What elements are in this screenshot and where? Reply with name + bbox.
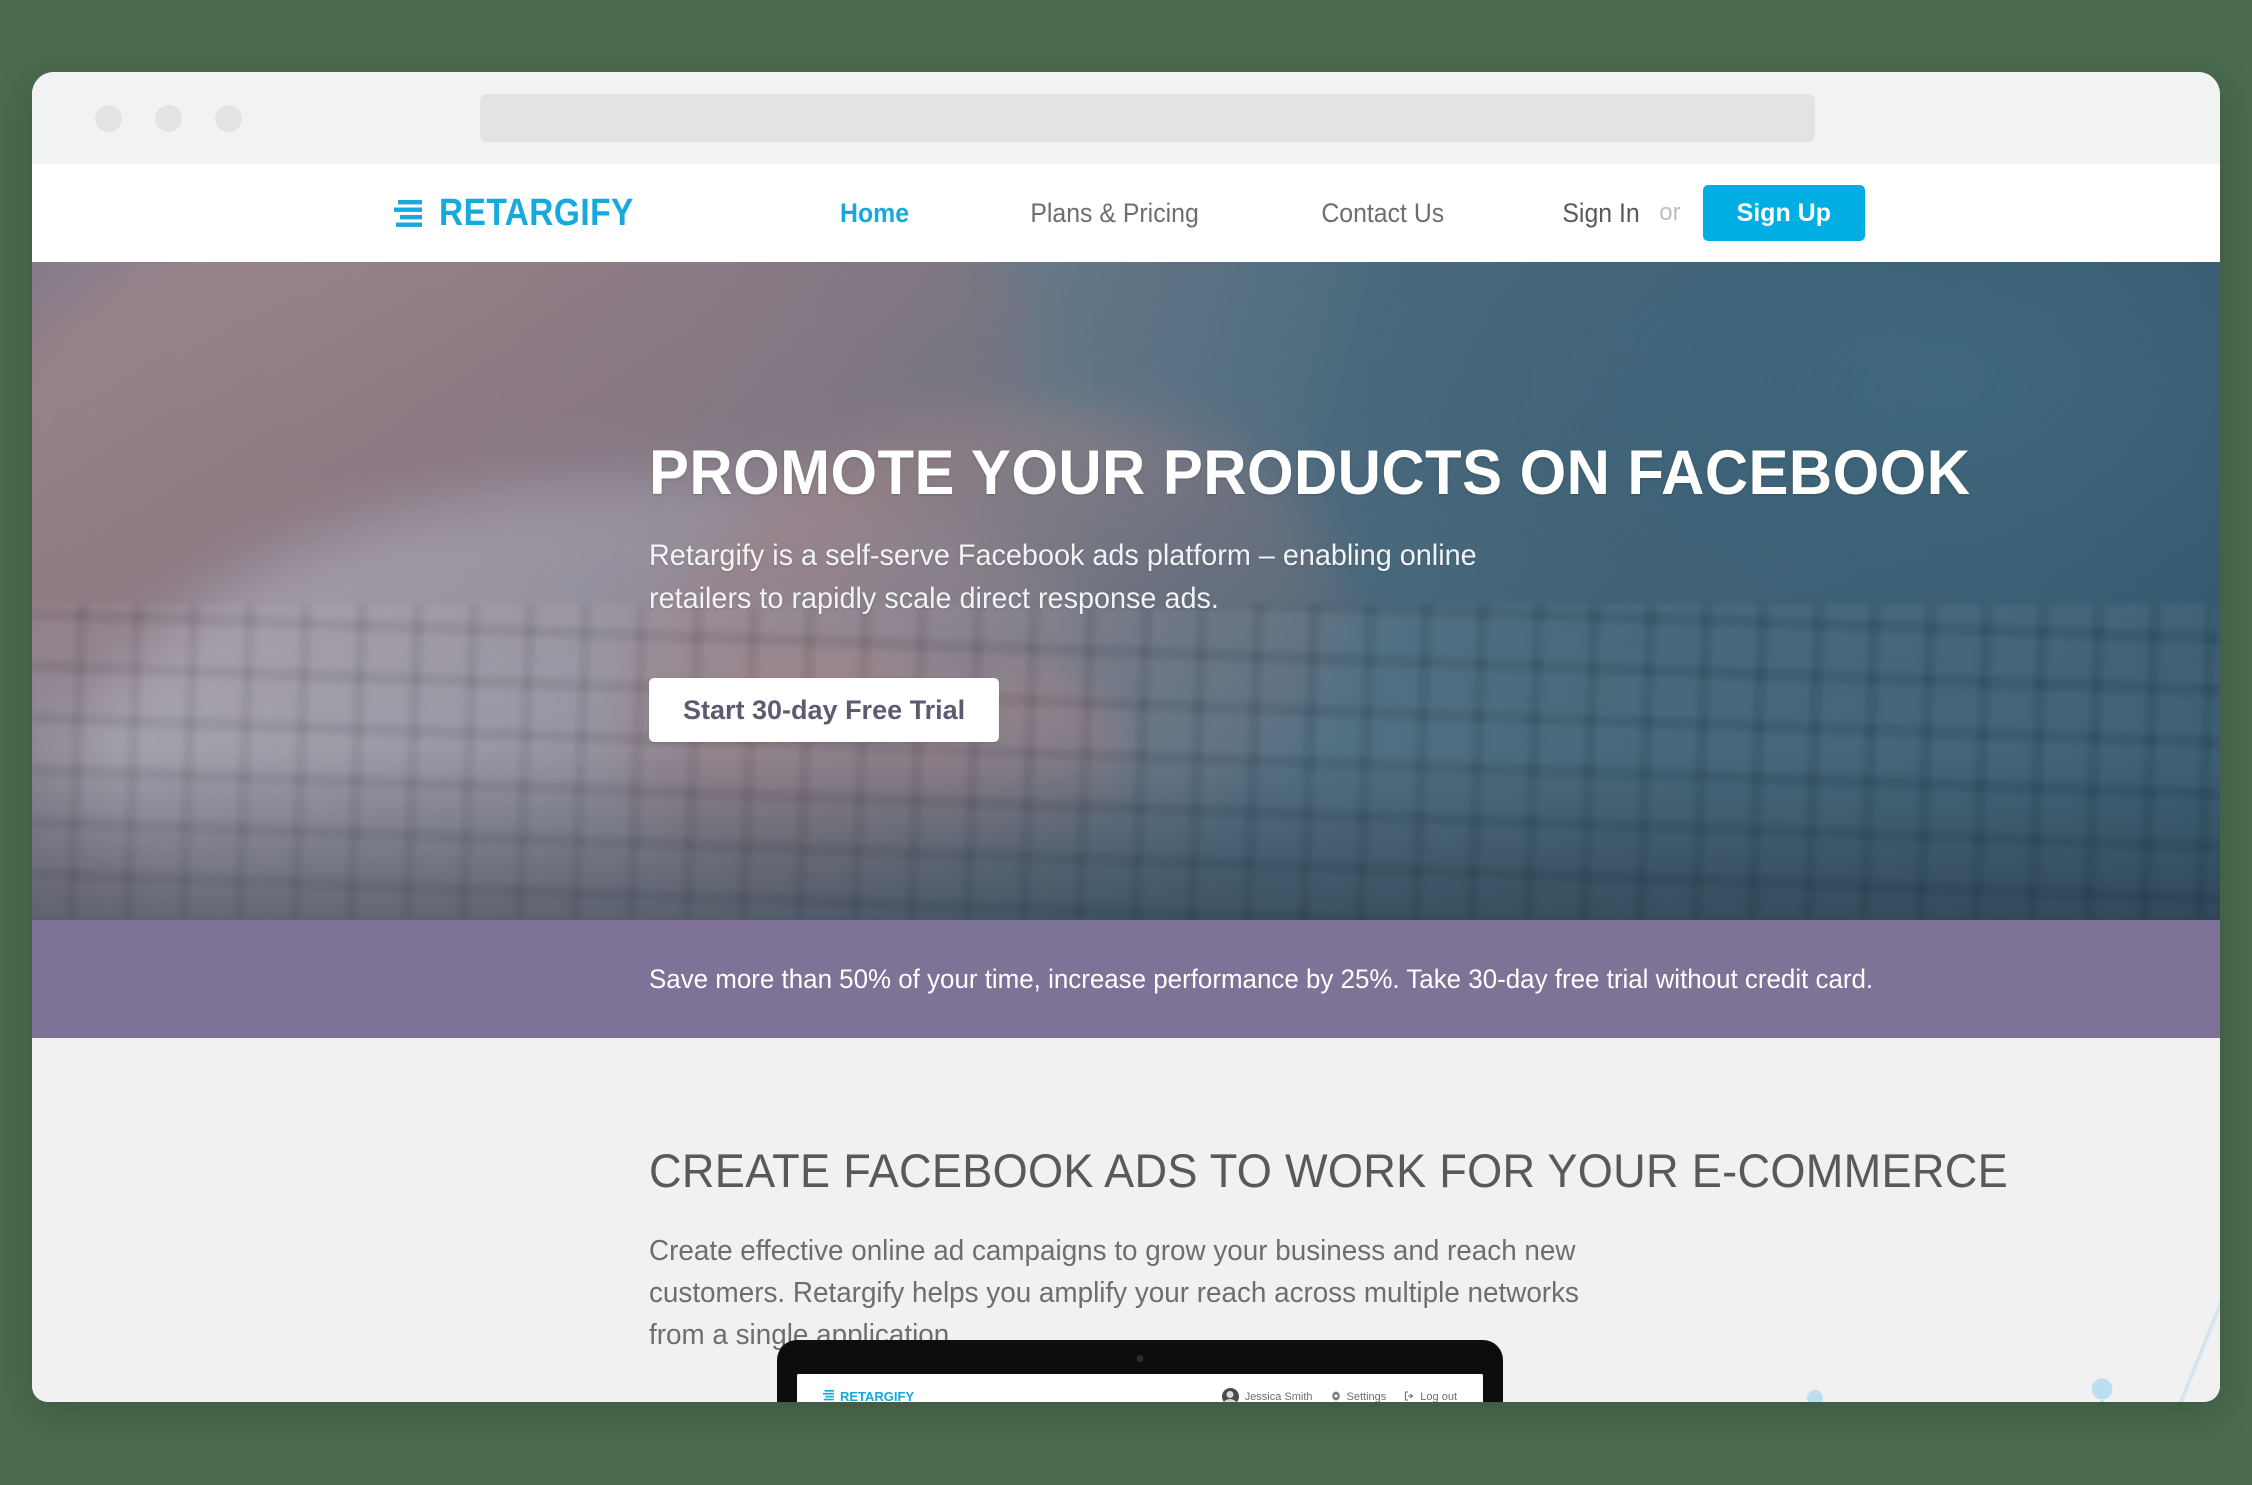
features-description: Create effective online ad campaigns to … [649, 1235, 1579, 1352]
settings-link[interactable]: Settings [1331, 1388, 1387, 1403]
settings-label: Settings [1346, 1390, 1387, 1403]
url-input[interactable] [480, 94, 1815, 142]
site-header: RETARGIFY Home Plans & Pricing Contact U… [32, 164, 2220, 262]
nav-item-home[interactable]: Home [840, 198, 909, 229]
tablet-screen: RETARGIFY Jessica Smith Settings Log out [797, 1374, 1483, 1402]
promo-banner: Save more than 50% of your time, increas… [32, 920, 2220, 1038]
main-nav: Home Plans & Pricing Contact Us Sign In … [837, 185, 1865, 241]
person-marker-icon [2072, 1368, 2132, 1402]
user-profile[interactable]: Jessica Smith [1221, 1388, 1313, 1403]
traffic-lights [95, 104, 242, 132]
gear-icon [1331, 1388, 1341, 1403]
promo-banner-text: Save more than 50% of your time, increas… [649, 963, 1874, 994]
dashboard-user-menu: Jessica Smith Settings Log out [1221, 1388, 1457, 1403]
dashboard-logo[interactable]: RETARGIFY [823, 1388, 915, 1403]
hero-section: PROMOTE YOUR PRODUCTS ON FACEBOOK Retarg… [32, 262, 2220, 920]
or-separator: or [1659, 199, 1681, 226]
bars-logo-icon [394, 198, 425, 228]
site-logo[interactable]: RETARGIFY [394, 192, 660, 235]
hero-subtitle: Retargify is a self-serve Facebook ads p… [649, 539, 1477, 615]
browser-chrome [32, 72, 2220, 164]
person-marker-icon [1792, 1382, 1838, 1402]
user-name: Jessica Smith [1244, 1390, 1313, 1403]
hero-title: PROMOTE YOUR PRODUCTS ON FACEBOOK [649, 438, 1971, 508]
nav-item-plans-pricing[interactable]: Plans & Pricing [1030, 198, 1198, 229]
avatar [1221, 1388, 1239, 1402]
tablet-camera-icon [1136, 1355, 1144, 1362]
dashboard-logo-text: RETARGIFY [840, 1389, 915, 1402]
start-free-trial-button[interactable]: Start 30-day Free Trial [649, 678, 1000, 743]
hero-content: PROMOTE YOUR PRODUCTS ON FACEBOOK Retarg… [32, 262, 2220, 743]
dashboard-topbar: RETARGIFY Jessica Smith Settings Log out [797, 1374, 1483, 1402]
browser-window: RETARGIFY Home Plans & Pricing Contact U… [32, 72, 2220, 1402]
logout-icon [1404, 1388, 1414, 1403]
diagonal-accent-line [2174, 1246, 2220, 1402]
nav-item-contact-us[interactable]: Contact Us [1321, 198, 1444, 229]
close-window-button[interactable] [95, 104, 122, 132]
maximize-window-button[interactable] [215, 104, 242, 132]
site-logo-text: RETARGIFY [439, 191, 634, 234]
logout-label: Log out [1420, 1390, 1457, 1403]
features-title: CREATE FACEBOOK ADS TO WORK FOR YOUR E-C… [649, 1144, 2008, 1197]
sign-in-link[interactable]: Sign In [1563, 198, 1640, 229]
minimize-window-button[interactable] [155, 104, 182, 132]
tablet-mockup: RETARGIFY Jessica Smith Settings Log out [777, 1340, 1503, 1402]
sign-up-button[interactable]: Sign Up [1702, 185, 1865, 241]
logout-link[interactable]: Log out [1404, 1388, 1457, 1403]
bars-logo-icon [823, 1388, 835, 1403]
